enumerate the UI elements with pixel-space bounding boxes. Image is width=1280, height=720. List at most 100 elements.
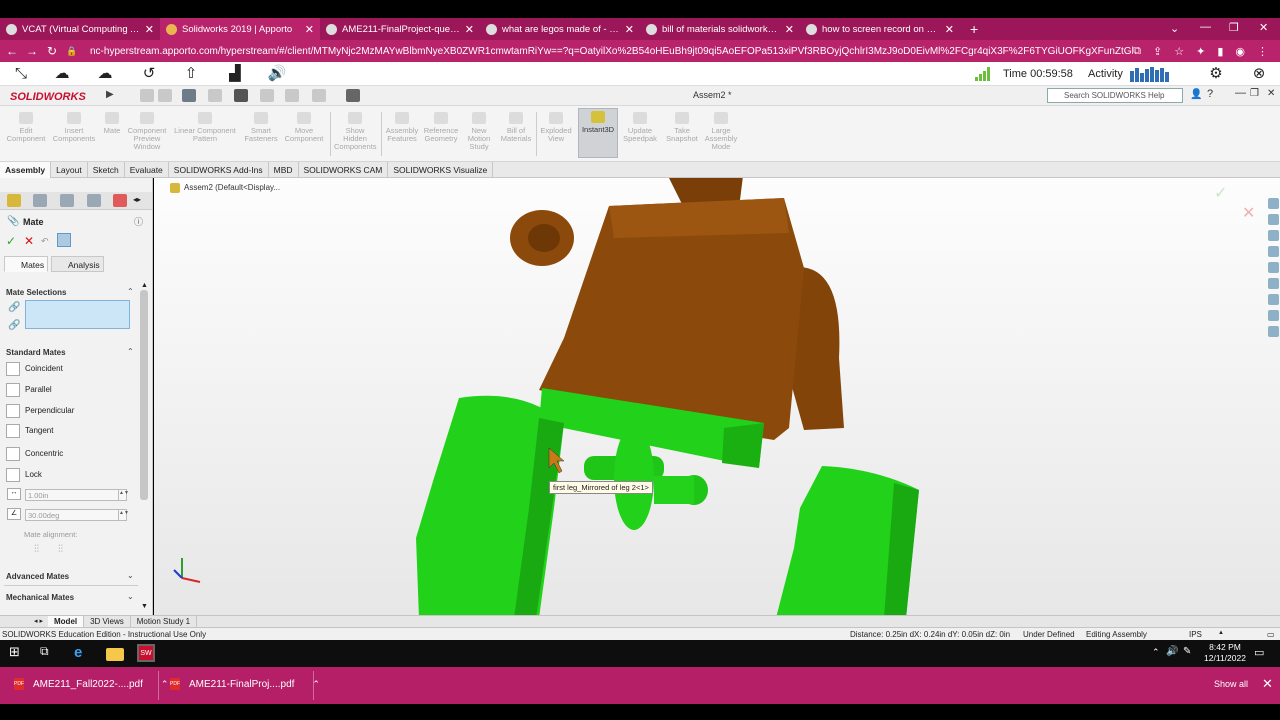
back-icon[interactable]: ← (4, 44, 20, 58)
scroll-up-icon[interactable]: ▲ (141, 282, 148, 289)
close-icon[interactable]: ✕ (1267, 88, 1275, 99)
minimize-icon[interactable]: — (1200, 21, 1211, 33)
upload-icon[interactable]: ☁ (52, 65, 72, 83)
status-options-icon[interactable]: ▭ (1267, 630, 1275, 639)
close-tab-icon[interactable]: ✕ (145, 23, 154, 36)
linear-component-pattern-button[interactable]: Linear Component Pattern (172, 110, 238, 143)
edit-component-button[interactable]: Edit Component (4, 110, 48, 143)
tab-analysis[interactable]: Analysis (51, 256, 104, 272)
menu-icon[interactable]: ⋮ (1257, 45, 1268, 58)
new-tab-icon[interactable]: + (970, 21, 978, 37)
home-icon[interactable] (140, 89, 154, 102)
scroll-tabs-icon[interactable]: ◂▸ (133, 195, 141, 204)
share-icon[interactable]: ⇪ (1153, 45, 1162, 58)
tab-search-icon[interactable]: ⌄ (1170, 22, 1179, 35)
chevron-up-icon[interactable]: ⌃ (161, 679, 169, 690)
move-component-button[interactable]: Move Component (281, 110, 327, 143)
tab-mates[interactable]: Mates (4, 256, 49, 272)
resources-icon[interactable] (1268, 214, 1279, 225)
close-tab-icon[interactable]: ✕ (785, 23, 794, 36)
browser-tab[interactable]: AME211-FinalProject-questions.✕ (320, 18, 480, 40)
feature-manager-icon[interactable] (7, 194, 21, 207)
rebuild-icon[interactable] (312, 89, 326, 102)
take-snapshot-button[interactable]: Take Snapshot (662, 110, 702, 143)
close-tab-icon[interactable]: ✕ (305, 23, 314, 36)
notifications-icon[interactable]: ▭ (1254, 646, 1264, 659)
minimize-icon[interactable]: — (1235, 87, 1246, 99)
tab-mbd[interactable]: MBD (269, 162, 299, 178)
solidworks-forum-icon[interactable] (1268, 310, 1279, 321)
browser-tab[interactable]: bill of materials solidworks - Goo✕ (640, 18, 800, 40)
close-session-icon[interactable]: ⊗ (1249, 65, 1269, 83)
select-icon[interactable] (285, 89, 299, 102)
tab-solidworks-visualize[interactable]: SOLIDWORKS Visualize (388, 162, 494, 178)
solidworks-app-icon[interactable]: SW (137, 644, 155, 662)
forward-icon[interactable]: → (24, 44, 40, 58)
show-hidden-components-button[interactable]: Show Hidden Components (334, 110, 377, 151)
cancel-x-icon[interactable]: ✕ (24, 234, 34, 248)
instant3d-button[interactable]: Instant3D (578, 108, 618, 158)
tab-layout[interactable]: Layout (51, 162, 88, 178)
pen-icon[interactable]: ✎ (1183, 646, 1191, 657)
lock-icon[interactable]: 🔒 (64, 46, 80, 57)
units-dropdown-icon[interactable]: ▲ (1218, 630, 1224, 636)
tab-evaluate[interactable]: Evaluate (125, 162, 169, 178)
audio-icon[interactable]: 🔊 (267, 65, 287, 83)
large-assembly-mode-button[interactable]: Large Assembly Mode (704, 110, 738, 151)
tab-assembly[interactable]: Assembly (0, 162, 52, 178)
smart-fasteners-button[interactable]: Smart Fasteners (243, 110, 279, 143)
stats-icon[interactable]: ▟ (225, 65, 245, 83)
new-document-icon[interactable] (158, 89, 172, 102)
restore-icon[interactable]: ❐ (1250, 88, 1259, 99)
dimxpert-icon[interactable] (87, 194, 101, 207)
lock-mate-button[interactable]: Lock (6, 466, 136, 483)
extensions-icon[interactable]: ✦ (1196, 45, 1205, 58)
help-icon[interactable]: ? (1207, 88, 1213, 100)
expand-chevron-icon[interactable]: ⌄ (127, 571, 134, 580)
lego-assembly-model[interactable] (154, 178, 1280, 615)
url-field[interactable]: nc-hyperstream.apporto.com/hyperstream/#… (90, 46, 1133, 57)
settings-gear-icon[interactable]: ⚙ (1206, 65, 1226, 83)
bill-of-materials-button[interactable]: Bill of Materials (498, 110, 534, 143)
collapse-chevron-icon[interactable]: ⌃ (127, 287, 134, 296)
browser-tab[interactable]: VCAT (Virtual Computing Access✕ (0, 18, 160, 40)
anti-aligned-icon[interactable]: ⫶⫶ (58, 544, 63, 555)
unit-system[interactable]: IPS (1189, 630, 1202, 639)
show-all-button[interactable]: Show all (1214, 679, 1248, 689)
side-panel-icon[interactable]: ▮ (1217, 45, 1223, 58)
spinner-icon[interactable]: ▲▼ (118, 490, 129, 500)
coincident-mate-button[interactable]: Coincident (6, 360, 136, 377)
user-icon[interactable]: 👤 (1190, 89, 1202, 100)
tab-sketch[interactable]: Sketch (88, 162, 125, 178)
pin-icon[interactable] (57, 233, 71, 247)
ok-checkmark-icon[interactable]: ✓ (6, 234, 16, 248)
share-icon[interactable]: ⇧ (181, 65, 201, 83)
update-speedpak-button[interactable]: Update Speedpak (621, 110, 659, 143)
insert-components-button[interactable]: Insert Components (52, 110, 96, 143)
file-explorer-icon[interactable] (1268, 246, 1279, 257)
angle-mate-icon[interactable]: ∠ (7, 508, 21, 520)
help-search-input[interactable]: Search SOLIDWORKS Help (1047, 88, 1183, 103)
exploded-view-button[interactable]: Exploded View (538, 110, 574, 143)
file-explorer-icon[interactable] (106, 648, 124, 661)
windows-start-icon[interactable]: ⊞ (9, 644, 27, 662)
tab-scroll-icon[interactable]: ◂ ▸ (34, 617, 43, 625)
perpendicular-mate-button[interactable]: Perpendicular (6, 402, 136, 419)
advanced-mates-header[interactable]: Advanced Mates (6, 572, 69, 581)
display-manager-icon[interactable] (113, 194, 127, 207)
profile-icon[interactable]: ◉ (1235, 45, 1245, 58)
task-view-icon[interactable]: ⧉ (40, 644, 58, 662)
viewport-window-controls[interactable]: ▭ ▭ — ❐ ✕ (1194, 178, 1246, 181)
assembly-features-button[interactable]: Assembly Features (384, 110, 420, 143)
aligned-icon[interactable]: ⫶⫶ (34, 544, 39, 555)
reference-geometry-button[interactable]: Reference Geometry (422, 110, 460, 143)
mate-button[interactable]: Mate (100, 110, 124, 135)
download-icon[interactable]: ☁ (95, 65, 115, 83)
concentric-mate-button[interactable]: Concentric (6, 445, 136, 462)
close-tab-icon[interactable]: ✕ (465, 23, 474, 36)
confirm-corner-cancel-icon[interactable]: ✕ (1242, 203, 1255, 223)
confirm-corner-check-icon[interactable]: ✓ (1214, 183, 1227, 203)
save-icon[interactable] (208, 89, 222, 102)
distance-mate-icon[interactable]: ↔ (7, 488, 21, 500)
distance-input[interactable]: 1.00in ▲▼ (25, 489, 129, 501)
